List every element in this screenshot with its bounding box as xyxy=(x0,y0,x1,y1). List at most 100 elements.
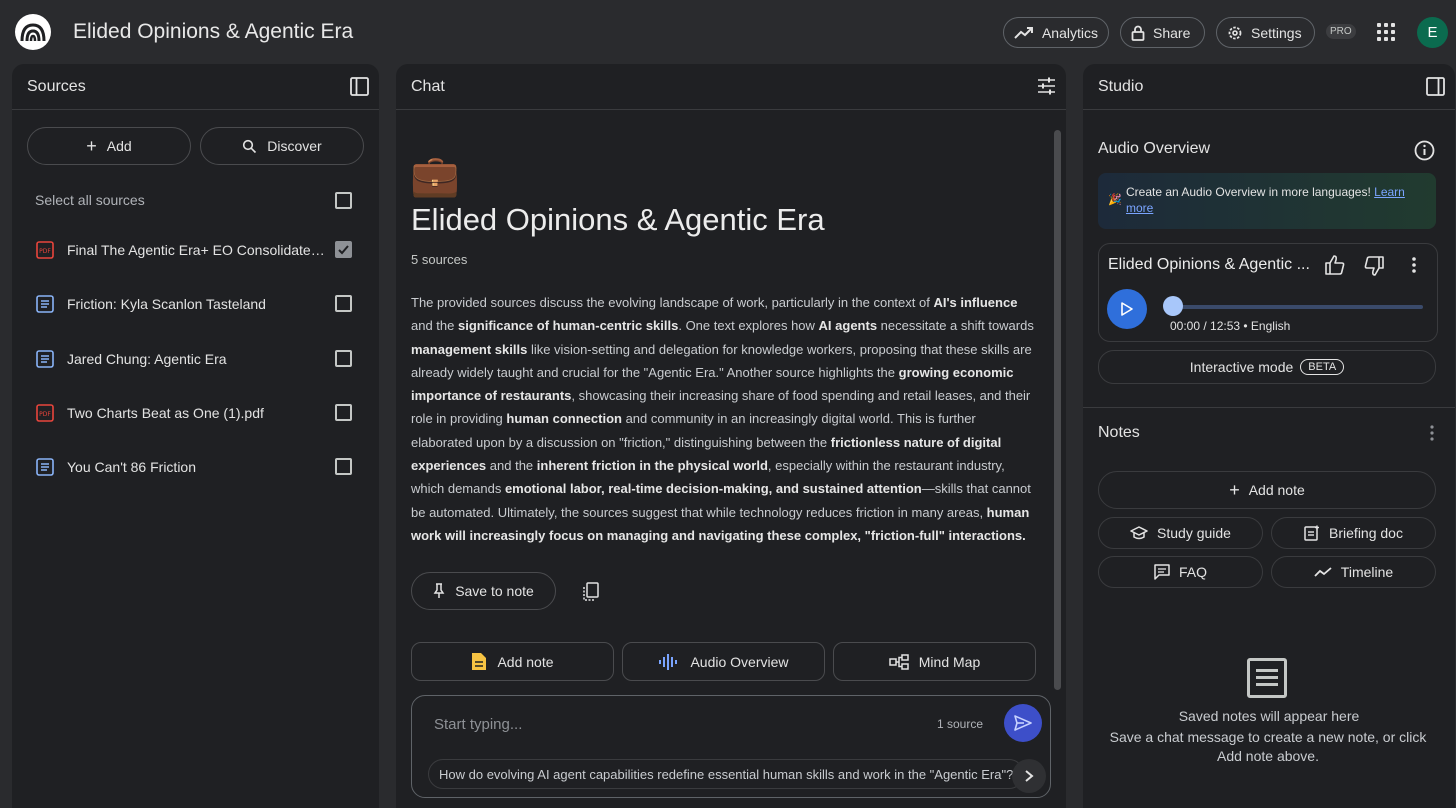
briefing-doc-button[interactable]: Briefing doc xyxy=(1271,517,1436,549)
interactive-mode-button[interactable]: Interactive mode BETA xyxy=(1098,350,1436,384)
source-item[interactable]: PDF Two Charts Beat as One (1).pdf xyxy=(36,401,356,425)
source-name: Final The Agentic Era+ EO Consolidated .… xyxy=(67,242,327,258)
tune-settings-icon[interactable] xyxy=(1037,77,1056,95)
settings-button[interactable]: Settings xyxy=(1216,17,1315,48)
add-source-button[interactable]: + Add xyxy=(27,127,191,165)
chat-bubble-icon xyxy=(1154,564,1170,580)
source-checkbox[interactable] xyxy=(335,458,352,475)
more-vertical-icon[interactable] xyxy=(1429,424,1435,442)
timeline-button[interactable]: Timeline xyxy=(1271,556,1436,588)
source-name: Jared Chung: Agentic Era xyxy=(67,351,227,367)
source-item[interactable]: Jared Chung: Agentic Era xyxy=(36,347,356,371)
summary-highlight: emotional labor, real-time decision-maki… xyxy=(504,481,922,497)
settings-label: Settings xyxy=(1251,24,1302,41)
thumbs-up-icon[interactable] xyxy=(1324,254,1346,276)
chat-input-box[interactable]: Start typing... 1 source How do evolving… xyxy=(411,695,1051,798)
share-button[interactable]: Share xyxy=(1120,17,1205,48)
chat-header: Chat xyxy=(396,64,1066,110)
document-icon xyxy=(36,458,54,476)
audio-overview-button[interactable]: Audio Overview xyxy=(622,642,825,681)
discover-search-icon xyxy=(243,139,257,153)
chevron-right-icon[interactable] xyxy=(1012,759,1046,793)
summary-text: necessitate a shift towards xyxy=(877,318,1034,334)
notebooklm-logo-icon[interactable] xyxy=(15,14,51,50)
notebook-heading: Elided Opinions & Agentic Era xyxy=(411,202,825,237)
pdf-icon: PDF xyxy=(36,404,54,422)
mind-map-label: Mind Map xyxy=(918,653,981,670)
audio-overview-label: Audio Overview xyxy=(690,653,789,670)
chat-panel: Chat 💼 Elided Opinions & Agentic Era 5 s… xyxy=(396,64,1066,808)
source-item[interactable]: Friction: Kyla Scanlon Tasteland xyxy=(36,292,356,316)
mind-map-icon xyxy=(889,653,909,670)
source-checkbox[interactable] xyxy=(335,404,352,421)
audio-progress-track[interactable] xyxy=(1173,305,1423,309)
save-to-note-label: Save to note xyxy=(455,583,534,599)
select-all-checkbox[interactable] xyxy=(335,192,352,209)
sources-header: Sources xyxy=(12,64,379,110)
source-item[interactable]: PDF Final The Agentic Era+ EO Consolidate… xyxy=(36,238,356,262)
source-item[interactable]: You Can't 86 Friction xyxy=(36,455,356,479)
studio-panel: Studio Audio Overview 🎉 Create an Audio … xyxy=(1083,64,1455,808)
source-name: Friction: Kyla Scanlon Tasteland xyxy=(67,296,266,312)
sources-panel: Sources + Add Discover Select all source… xyxy=(12,64,379,808)
summary-text: The provided sources discuss the evolvin… xyxy=(411,295,934,310)
add-note-studio-button[interactable]: + Add note xyxy=(1098,471,1436,509)
suggested-question[interactable]: How do evolving AI agent capabilities re… xyxy=(428,759,1024,789)
summary-highlight: management skills xyxy=(411,341,528,357)
check-icon xyxy=(338,245,349,255)
discover-button[interactable]: Discover xyxy=(200,127,364,165)
faq-button[interactable]: FAQ xyxy=(1098,556,1263,588)
pdf-icon: PDF xyxy=(36,241,54,259)
info-icon[interactable] xyxy=(1414,140,1435,161)
notebook-summary: The provided sources discuss the evolvin… xyxy=(411,291,1036,547)
summary-text: . One text explores how xyxy=(678,318,819,334)
analytics-button[interactable]: Analytics xyxy=(1003,17,1109,48)
section-divider xyxy=(1083,407,1455,408)
copy-icon[interactable] xyxy=(582,582,600,602)
banner-text: Create an Audio Overview in more languag… xyxy=(1126,185,1371,199)
document-icon xyxy=(36,295,54,313)
plus-icon: + xyxy=(86,135,97,156)
note-icon xyxy=(472,653,487,670)
svg-text:PDF: PDF xyxy=(39,248,51,255)
avatar[interactable]: E xyxy=(1417,17,1448,48)
timeline-label: Timeline xyxy=(1340,564,1394,580)
more-vertical-icon[interactable] xyxy=(1411,256,1417,274)
send-button[interactable] xyxy=(1004,704,1042,742)
discover-label: Discover xyxy=(267,138,322,154)
add-note-studio-label: Add note xyxy=(1248,482,1305,498)
mind-map-button[interactable]: Mind Map xyxy=(833,642,1036,681)
summary-highlight: AI agents xyxy=(818,318,878,334)
pin-icon xyxy=(433,583,445,598)
study-guide-button[interactable]: Study guide xyxy=(1098,517,1263,549)
summary-text: and the xyxy=(486,458,537,474)
thumbs-down-icon[interactable] xyxy=(1363,255,1385,277)
pro-badge: PRO xyxy=(1326,24,1356,39)
svg-text:PDF: PDF xyxy=(39,411,51,418)
collapse-panel-icon[interactable] xyxy=(350,77,369,96)
add-note-button[interactable]: Add note xyxy=(411,642,614,681)
save-to-note-button[interactable]: Save to note xyxy=(411,572,556,610)
notebook-title[interactable]: Elided Opinions & Agentic Era xyxy=(73,20,353,44)
chat-input-placeholder[interactable]: Start typing... xyxy=(434,716,522,733)
trending-up-icon xyxy=(1014,26,1033,39)
play-button[interactable] xyxy=(1107,289,1147,329)
source-checkbox[interactable] xyxy=(335,295,352,312)
chat-title-header: Chat xyxy=(411,77,445,95)
audio-progress-knob[interactable] xyxy=(1163,296,1183,316)
timeline-icon xyxy=(1314,567,1332,577)
source-checkbox[interactable] xyxy=(335,241,352,258)
notebook-emoji: 💼 xyxy=(410,154,460,198)
graduation-cap-icon xyxy=(1130,526,1148,540)
languages-banner: 🎉 Create an Audio Overview in more langu… xyxy=(1098,173,1436,229)
briefing-doc-label: Briefing doc xyxy=(1329,525,1403,541)
summary-text: and the xyxy=(411,318,458,334)
chat-scrollbar[interactable] xyxy=(1054,130,1061,690)
apps-grid-icon[interactable] xyxy=(1377,23,1395,41)
notes-title: Notes xyxy=(1098,424,1140,441)
top-bar: Elided Opinions & Agentic Era Analytics … xyxy=(0,0,1456,64)
source-checkbox[interactable] xyxy=(335,350,352,367)
audio-time: 00:00 / 12:53 • English xyxy=(1170,319,1291,333)
collapse-panel-icon[interactable] xyxy=(1426,77,1445,96)
gear-icon xyxy=(1228,26,1242,39)
